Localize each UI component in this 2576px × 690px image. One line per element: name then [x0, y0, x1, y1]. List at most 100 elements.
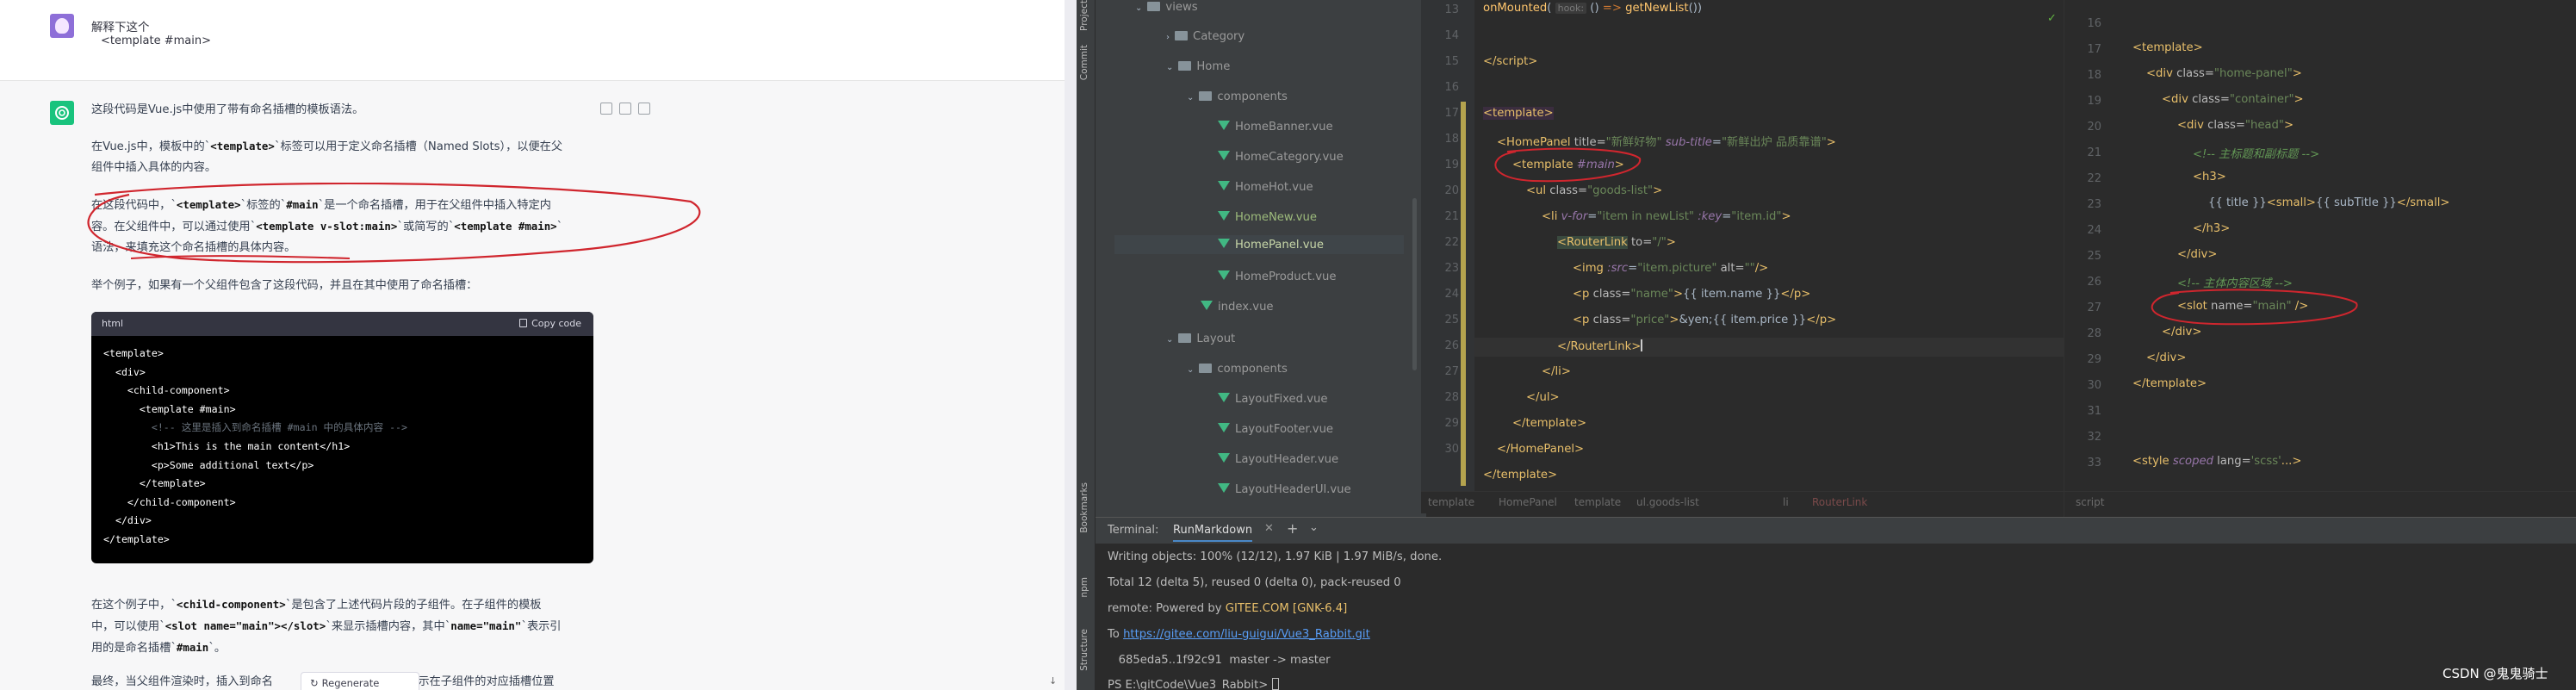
regenerate-button[interactable]: ↻Regenerate response [301, 672, 419, 690]
line-number: 18 [2087, 69, 2101, 82]
line-number: 18 [1444, 133, 1459, 146]
code-line: </template> [1483, 469, 1558, 482]
breadcrumb-item[interactable]: template [1574, 496, 1621, 508]
bookmarks-tab[interactable]: Bookmarks [1079, 482, 1089, 533]
code-line: <div> [103, 365, 146, 378]
line-number: 28 [2087, 327, 2101, 340]
tree-item-homehot[interactable]: HomeHot.vue [1218, 181, 1313, 194]
terminal-prompt[interactable]: PS E:\gitCode\Vue3_Rabbit> [1108, 678, 1279, 690]
scroll-down-icon[interactable]: ↓ [1049, 675, 1057, 687]
tree-item-layoutheaderul[interactable]: LayoutHeaderUl.vue [1218, 483, 1351, 496]
tree-item-homebanner[interactable]: HomeBanner.vue [1218, 121, 1333, 134]
code-line: <h3> [2193, 171, 2226, 183]
clipboard-icon [519, 319, 528, 327]
tree-item-views[interactable]: ⌄ views [1135, 1, 1198, 14]
code-line: </h3> [2193, 222, 2231, 235]
code-line: <!-- 主标题和副标题 --> [2193, 148, 2320, 161]
breadcrumb-item[interactable]: RouterLink [1812, 496, 1867, 508]
terminal-label: Terminal: [1108, 524, 1159, 537]
tab-runmarkdown[interactable]: RunMarkdown [1173, 524, 1253, 542]
code-line: <p class="price">&yen;{{ item.price }}</… [1573, 314, 1837, 326]
line-number: 24 [1444, 288, 1459, 301]
folder-icon [1175, 31, 1188, 40]
terminal-line: 685eda5..1f92c91 master -> master [1108, 654, 1331, 667]
tree-item-homecategory[interactable]: HomeCategory.vue [1218, 151, 1344, 164]
line-number: 17 [1444, 107, 1459, 120]
code-line: <p>Some additional text</p> [103, 458, 314, 471]
structure-tab[interactable]: Structure [1079, 629, 1089, 671]
breadcrumb-item[interactable]: script [2076, 496, 2104, 508]
thumbs-up-icon[interactable] [619, 103, 631, 115]
code-line: </template> [1512, 417, 1587, 430]
user-message: 解释下这个 <template #main> [0, 0, 1065, 81]
commit-tab[interactable]: Commit [1079, 45, 1089, 80]
tree-item-layoutfixed[interactable]: LayoutFixed.vue [1218, 393, 1327, 406]
vue-file-icon [1218, 270, 1230, 280]
breadcrumb-item[interactable]: template [1428, 496, 1474, 508]
chat-scrollbar[interactable] [1065, 0, 1077, 690]
line-number: 27 [1444, 365, 1459, 378]
folder-icon [1178, 333, 1192, 343]
annotation-circle [2151, 289, 2358, 326]
check-icon: ✓ [2047, 12, 2057, 25]
terminal-line: Total 12 (delta 5), reused 0 (delta 0), … [1108, 576, 1401, 589]
chat-panel: 解释下这个 <template #main> 这段代码是Vue.js中使用了带有… [0, 0, 1077, 690]
line-number: 20 [2087, 121, 2101, 134]
line-number: 20 [1444, 184, 1459, 197]
copy-icon[interactable] [600, 103, 612, 115]
thumbs-down-icon[interactable] [638, 103, 650, 115]
tree-item-layout-components[interactable]: ⌄ components [1187, 363, 1288, 376]
repo-link[interactable]: https://gitee.com/liu-guigui/Vue3_Rabbit… [1123, 628, 1370, 641]
folder-icon [1178, 61, 1192, 71]
code-language: html [102, 318, 124, 329]
watermark: CSDN @鬼鬼骑士 [2443, 666, 2548, 681]
code-line: {{ title }}<small>{{ subTitle }}</small> [2208, 196, 2450, 209]
code-line: </div> [2146, 351, 2187, 364]
line-number: 22 [1444, 236, 1459, 249]
terminal-tabs: Terminal: RunMarkdown ✕ + ⌄ [1096, 518, 2576, 544]
terminal-panel[interactable]: Terminal: RunMarkdown ✕ + ⌄ Writing obje… [1096, 517, 2576, 690]
tree-item-homenew[interactable]: HomeNew.vue [1218, 211, 1317, 224]
folder-icon [1147, 2, 1161, 11]
code-line: <div class="head"> [2177, 119, 2294, 132]
line-number: 33 [2087, 457, 2101, 469]
breadcrumb-item[interactable]: HomePanel [1499, 496, 1557, 508]
breadcrumb-item[interactable]: li [1783, 496, 1789, 508]
copy-code-button[interactable]: Copy code [519, 318, 581, 329]
tree-item-layoutheader[interactable]: LayoutHeader.vue [1218, 453, 1338, 466]
code-line: </RouterLink> [1557, 339, 1643, 353]
code-line: <template> [1483, 107, 1554, 120]
code-line: <template #main> [103, 402, 236, 415]
code-line: <li v-for="item in newList" :key="item.i… [1542, 210, 1791, 223]
code-line: <img :src="item.picture" alt=""/> [1573, 262, 1769, 275]
tree-item-category[interactable]: › Category [1166, 30, 1245, 43]
tree-item-layout[interactable]: ⌄ Layout [1166, 333, 1235, 345]
tree-item-index[interactable]: index.vue [1201, 301, 1274, 314]
message-actions [600, 102, 657, 117]
gpt-avatar [50, 101, 74, 125]
annotation-circle [1494, 147, 1642, 183]
user-avatar [50, 14, 74, 38]
npm-tab[interactable]: npm [1079, 577, 1089, 598]
close-tab-icon[interactable]: ✕ [1264, 522, 1274, 535]
tree-item-homepanel[interactable]: HomePanel.vue [1218, 239, 1324, 252]
code-editor-homepanel-component[interactable] [2064, 0, 2576, 517]
line-number: 32 [2087, 431, 2101, 444]
code-header: html Copy code [91, 312, 593, 336]
code-line: onMounted( hook: () => getNewList()) [1483, 2, 1703, 15]
line-number: 19 [2087, 95, 2101, 108]
chevron-down-icon[interactable]: ⌄ [1309, 521, 1319, 534]
line-number: 21 [2087, 146, 2101, 159]
tree-item-home[interactable]: ⌄ Home [1166, 60, 1230, 73]
tree-scrollbar[interactable] [1412, 198, 1417, 370]
line-number: 29 [2087, 353, 2101, 366]
project-tab[interactable]: Project [1079, 0, 1089, 31]
tree-item-components[interactable]: ⌄ components [1187, 90, 1288, 103]
code-line: </template> [2132, 377, 2207, 390]
breadcrumb-item[interactable]: ul.goods-list [1636, 496, 1699, 508]
vue-file-icon [1218, 151, 1230, 160]
vue-file-icon [1218, 211, 1230, 221]
add-tab-icon[interactable]: + [1287, 520, 1298, 537]
tree-item-layoutfooter[interactable]: LayoutFooter.vue [1218, 423, 1333, 436]
tree-item-homeproduct[interactable]: HomeProduct.vue [1218, 270, 1336, 283]
